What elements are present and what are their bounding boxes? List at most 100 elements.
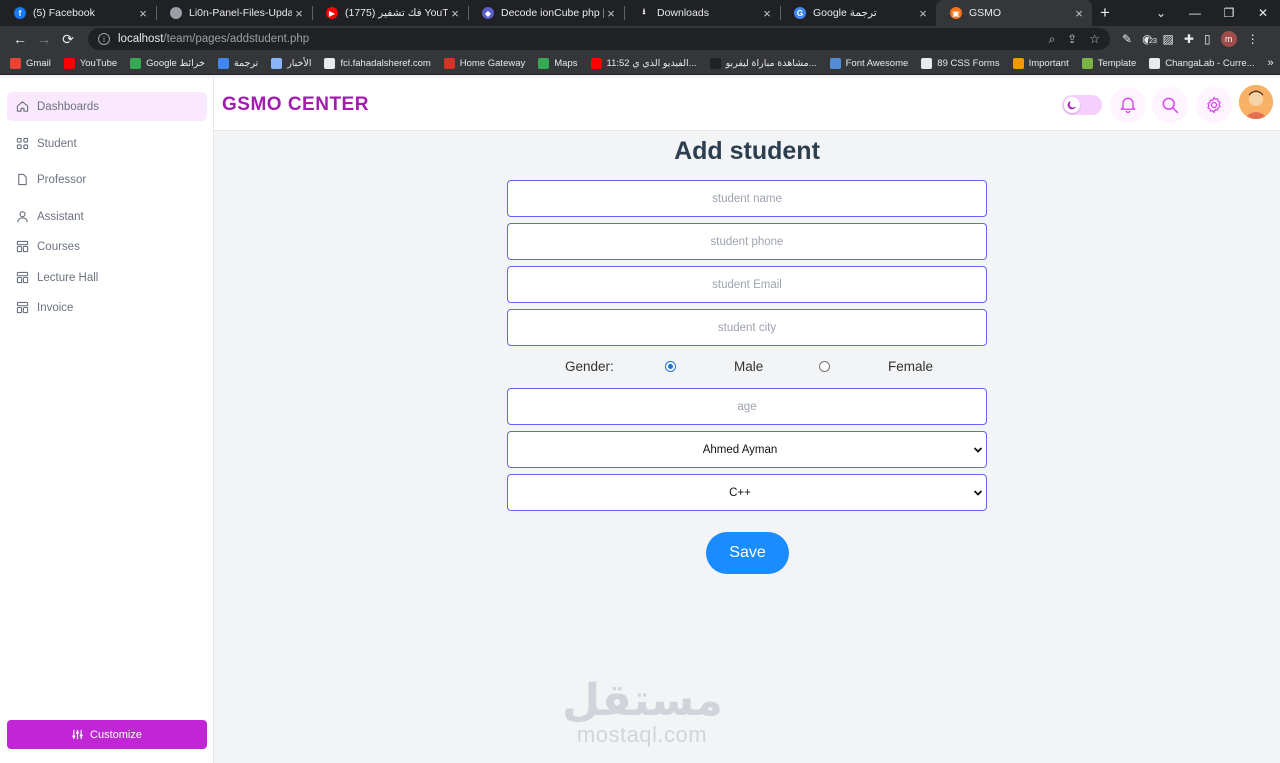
bookmark-item[interactable]: 89 CSS Forms: [921, 57, 1000, 69]
course-select[interactable]: C++: [507, 474, 987, 511]
bookmark-item[interactable]: Google خرائط: [130, 57, 205, 69]
profile-avatar[interactable]: m: [1220, 31, 1237, 47]
user-avatar[interactable]: [1239, 85, 1273, 119]
tab-title: (5) Facebook: [33, 7, 95, 19]
sliders-icon: [72, 729, 83, 740]
gender-female-radio[interactable]: [819, 361, 830, 372]
watermark: مستقل mostaql.com: [562, 675, 723, 747]
customize-button[interactable]: Customize: [7, 720, 207, 749]
settings-button[interactable]: [1196, 87, 1232, 123]
image-extension-icon[interactable]: ▨: [1163, 32, 1174, 46]
bookmark-item[interactable]: Template: [1081, 57, 1137, 69]
search-button[interactable]: [1152, 87, 1188, 123]
restore-button[interactable]: ❐: [1212, 6, 1246, 20]
url-input[interactable]: i localhost/team/pages/addstudent.php ⌕ …: [88, 28, 1110, 50]
sidebar-item-lecture-hall[interactable]: Lecture Hall: [7, 263, 207, 292]
tab-close-icon[interactable]: ×: [292, 6, 306, 21]
bookmark-item[interactable]: الأخبار: [271, 57, 311, 69]
sidebar-item-student[interactable]: Student: [7, 129, 207, 158]
side-panel-icon[interactable]: ▯: [1204, 32, 1211, 46]
bookmark-favicon-icon: [829, 57, 841, 69]
bookmark-item[interactable]: Maps: [538, 57, 578, 69]
minimize-button[interactable]: —: [1178, 6, 1212, 20]
browser-tab[interactable]: ▣ GSMO ×: [936, 0, 1092, 26]
bookmarks-bar: Gmail YouTube Google خرائط ترجمة الأخبار fci.…: [0, 52, 1280, 75]
zoom-icon[interactable]: ⌕: [1048, 32, 1055, 47]
notifications-button[interactable]: [1110, 87, 1146, 123]
sidebar: Dashboards Student Professor Assistant Cours…: [0, 78, 214, 763]
tab-favicon-icon: ▶: [326, 7, 338, 19]
extension-badge-icon[interactable]: ◉23: [1142, 32, 1158, 46]
site-info-icon[interactable]: i: [98, 33, 110, 45]
sidebar-item-professor[interactable]: Professor: [7, 165, 207, 194]
bookmark-favicon-icon: [63, 57, 75, 69]
bookmark-item[interactable]: Home Gateway: [443, 57, 525, 69]
bookmark-item[interactable]: ChangaLab - Curre...: [1149, 57, 1255, 69]
bookmark-favicon-icon: [709, 57, 721, 69]
student-email-input[interactable]: [507, 266, 987, 303]
sidebar-item-invoice[interactable]: Invoice: [7, 293, 207, 322]
reload-button[interactable]: ⟳: [56, 31, 80, 48]
sidebar-item-label: Professor: [37, 173, 87, 186]
share-icon[interactable]: ⇪: [1067, 32, 1077, 47]
tab-close-icon[interactable]: ×: [760, 6, 774, 21]
bookmark-item[interactable]: ترجمة: [217, 57, 259, 69]
bookmark-star-icon[interactable]: ☆: [1089, 32, 1100, 47]
sidebar-item-courses[interactable]: Courses: [7, 232, 207, 261]
bookmarks-overflow-button[interactable]: »: [1268, 57, 1274, 69]
sidebar-item-assistant[interactable]: Assistant: [7, 202, 207, 231]
bookmark-favicon-icon: [921, 57, 933, 69]
tab-favicon-icon: G: [794, 7, 806, 19]
tab-search-icon[interactable]: ⌄: [1144, 6, 1178, 20]
tab-close-icon[interactable]: ×: [1072, 6, 1086, 21]
bookmark-favicon-icon: [538, 57, 550, 69]
sidebar-item-dashboards[interactable]: Dashboards: [7, 92, 207, 121]
forward-button[interactable]: →: [32, 31, 56, 47]
gender-male-radio[interactable]: [665, 361, 676, 372]
bookmark-label: fci.fahadalsheref.com: [340, 57, 431, 69]
close-window-button[interactable]: ✕: [1246, 6, 1280, 20]
student-phone-input[interactable]: [507, 223, 987, 260]
puzzle-icon[interactable]: ✚: [1184, 32, 1194, 46]
back-button[interactable]: ←: [8, 31, 32, 47]
bookmark-item[interactable]: 11:52 الفيديو الذي ي...: [590, 57, 697, 69]
browser-tab[interactable]: G Google ترجمة ×: [780, 0, 936, 26]
tab-close-icon[interactable]: ×: [136, 6, 150, 21]
app-header: GSMO CENTER: [214, 78, 1280, 131]
bookmark-item[interactable]: Important: [1012, 57, 1069, 69]
browser-tab[interactable]: ▶ (1775) فك تشفير YouTube×: [312, 0, 468, 26]
layout-icon: [16, 271, 29, 284]
home-icon: [16, 101, 29, 112]
bookmark-item[interactable]: YouTube: [63, 57, 118, 69]
tab-close-icon[interactable]: ×: [448, 6, 462, 21]
browser-tab[interactable]: ◆ Decode ionCube php | De×: [468, 0, 624, 26]
bookmark-label: Font Awesome: [845, 57, 909, 69]
watermark-arabic: مستقل: [562, 675, 723, 726]
browser-tab[interactable]: f (5) Facebook ×: [0, 0, 156, 26]
student-name-input[interactable]: [507, 180, 987, 217]
student-city-input[interactable]: [507, 309, 987, 346]
dark-mode-toggle[interactable]: [1062, 95, 1102, 115]
bookmark-item[interactable]: Font Awesome: [829, 57, 909, 69]
bookmark-item[interactable]: مشاهدة مباراة ليفربو...: [709, 57, 817, 69]
gender-radio-group: Gender: Male Female: [507, 356, 987, 378]
bookmark-item[interactable]: Gmail: [10, 57, 51, 69]
age-input[interactable]: [507, 388, 987, 425]
tab-close-icon[interactable]: ×: [604, 6, 618, 21]
save-button[interactable]: Save: [706, 532, 789, 574]
bookmark-label: 11:52 الفيديو الذي ي...: [606, 57, 697, 69]
tab-close-icon[interactable]: ×: [916, 6, 930, 21]
menu-kebab-icon[interactable]: ⋮: [1247, 32, 1259, 46]
bookmark-item[interactable]: fci.fahadalsheref.com: [324, 57, 431, 69]
professor-select[interactable]: Ahmed Ayman: [507, 431, 987, 468]
bookmark-label: Template: [1097, 57, 1137, 69]
browser-tab[interactable]: ⭳ Downloads ×: [624, 0, 780, 26]
customize-label: Customize: [90, 728, 142, 741]
bookmark-label: ترجمة: [233, 57, 259, 69]
browser-tab[interactable]: Li0n-Panel-Files-Update-v×: [156, 0, 312, 26]
bookmark-favicon-icon: [590, 57, 602, 69]
document-icon: [18, 173, 27, 186]
new-tab-button[interactable]: +: [1092, 3, 1118, 23]
bookmark-label: YouTube: [79, 57, 118, 69]
extension-icon[interactable]: ✎: [1122, 32, 1132, 46]
